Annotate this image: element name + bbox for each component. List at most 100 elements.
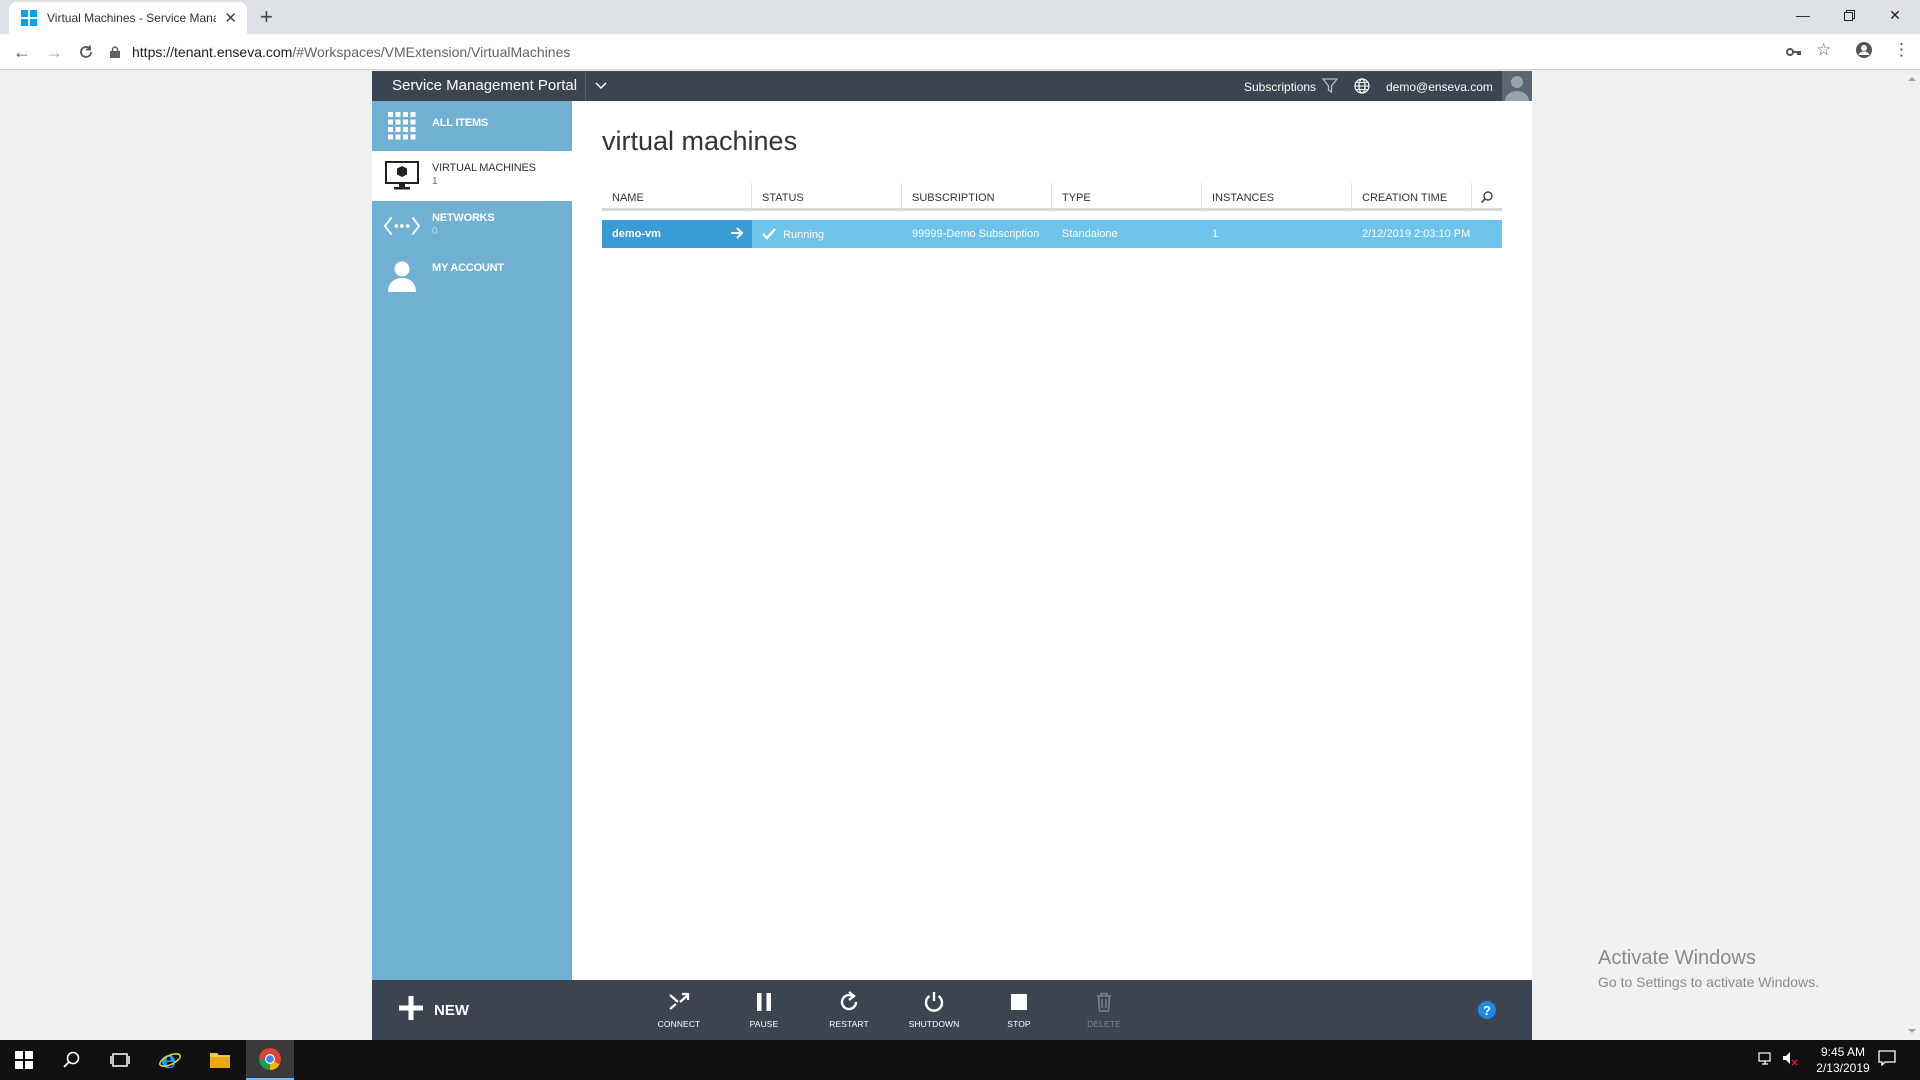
browser-toolbar: ← → https://tenant.enseva.com/#Workspace… — [0, 34, 1920, 70]
sidebar-item-label: NETWORKS — [432, 212, 495, 224]
sidebar-item-count: 1 — [432, 176, 438, 187]
pause-label: PAUSE — [749, 1019, 779, 1029]
search-taskbar-icon[interactable] — [48, 1040, 96, 1080]
monitor-icon — [384, 159, 420, 193]
user-email[interactable]: demo@enseva.com — [1386, 80, 1493, 94]
trash-icon — [1074, 989, 1134, 1015]
help-icon[interactable]: ? — [1478, 1001, 1496, 1019]
watermark-subtitle: Go to Settings to activate Windows. — [1598, 974, 1819, 990]
network-tray-icon[interactable] — [1758, 1050, 1774, 1071]
task-view-icon[interactable] — [96, 1040, 144, 1080]
connect-label: CONNECT — [657, 1019, 701, 1029]
profile-icon[interactable] — [1855, 41, 1873, 64]
new-button[interactable]: NEW — [398, 995, 469, 1024]
cell-subscription: 99999-Demo Subscription — [912, 228, 1040, 240]
watermark-title: Activate Windows — [1598, 947, 1756, 969]
close-tab-icon[interactable]: ✕ — [224, 9, 237, 27]
forward-button[interactable]: → — [42, 40, 66, 64]
column-header-name[interactable]: NAME — [602, 183, 752, 211]
close-window-button[interactable]: ✕ — [1872, 0, 1918, 30]
portal-title[interactable]: Service Management Portal — [392, 77, 577, 94]
column-header-instances[interactable]: INSTANCES — [1202, 183, 1352, 211]
subscriptions-link[interactable]: Subscriptions — [1244, 80, 1316, 94]
cell-type: Standalone — [1062, 228, 1118, 240]
table-header: NAME STATUS SUBSCRIPTION TYPE INSTANCES … — [602, 183, 1502, 211]
restart-label: RESTART — [829, 1019, 869, 1029]
page-scrollbar[interactable] — [1904, 71, 1920, 1040]
windows-taskbar: e 9:45 AM 2/13/2019 — [0, 1040, 1920, 1080]
sidebar-item-networks[interactable]: NETWORKS 0 — [372, 201, 572, 251]
new-label: NEW — [434, 1001, 469, 1019]
column-header-status[interactable]: STATUS — [752, 183, 902, 211]
shutdown-label: SHUTDOWN — [908, 1019, 960, 1029]
restart-icon — [819, 989, 879, 1015]
stop-button[interactable]: STOP — [989, 989, 1049, 1035]
volume-muted-icon[interactable] — [1782, 1050, 1798, 1071]
sidebar-item-virtual-machines[interactable]: VIRTUAL MACHINES 1 — [372, 151, 572, 201]
column-header-creation-time[interactable]: CREATION TIME — [1352, 183, 1472, 211]
browser-tabbar: Virtual Machines - Service Manag ✕ + — ✕ — [0, 0, 1920, 34]
filter-icon[interactable] — [1321, 78, 1339, 99]
chrome-taskbar-icon[interactable] — [246, 1040, 294, 1080]
file-explorer-icon[interactable] — [196, 1040, 244, 1080]
page-title: virtual machines — [602, 126, 798, 156]
tab-title: Virtual Machines - Service Manag — [47, 11, 217, 25]
connect-button[interactable]: CONNECT — [649, 989, 709, 1035]
url-text: https://tenant.enseva.com/#Workspaces/VM… — [132, 44, 571, 60]
browser-tab[interactable]: Virtual Machines - Service Manag ✕ — [9, 2, 247, 34]
clock-time: 9:45 AM — [1820, 1045, 1866, 1059]
cell-instances: 1 — [1212, 228, 1219, 240]
power-icon — [904, 989, 964, 1015]
new-tab-button[interactable]: + — [260, 4, 273, 30]
sidebar: ALL ITEMS VIRTUAL MACHINES 1 NETWORKS 0 … — [372, 101, 572, 980]
restore-button[interactable] — [1826, 0, 1872, 30]
sidebar-item-all-items[interactable]: ALL ITEMS — [372, 101, 572, 151]
search-icon[interactable] — [1472, 183, 1502, 211]
portal-header: Service Management Portal Subscriptions … — [372, 71, 1532, 101]
address-bar[interactable]: https://tenant.enseva.com/#Workspaces/VM… — [108, 38, 1808, 66]
key-icon[interactable] — [1786, 42, 1802, 62]
start-button[interactable] — [0, 1040, 48, 1080]
cell-status: Running — [752, 220, 902, 248]
windows-logo-icon — [21, 10, 37, 26]
avatar[interactable] — [1502, 71, 1532, 101]
arrow-right-icon[interactable] — [730, 226, 744, 243]
delete-button[interactable]: DELETE — [1074, 989, 1134, 1035]
sidebar-item-label: VIRTUAL MACHINES — [432, 162, 536, 174]
clock-date: 2/13/2019 — [1816, 1061, 1870, 1075]
column-header-subscription[interactable]: SUBSCRIPTION — [902, 183, 1052, 211]
globe-icon[interactable] — [1354, 78, 1370, 99]
lock-icon — [108, 45, 122, 59]
activate-windows-watermark: Activate Windows Go to Settings to activ… — [1598, 947, 1819, 990]
clock[interactable]: 9:45 AM 2/13/2019 — [1800, 1044, 1886, 1076]
shutdown-button[interactable]: SHUTDOWN — [904, 989, 964, 1035]
all-items-grid-icon — [384, 109, 420, 143]
main-content: virtual machines NAME STATUS SUBSCRIPTIO… — [572, 101, 1532, 980]
vm-table: NAME STATUS SUBSCRIPTION TYPE INSTANCES … — [602, 183, 1502, 248]
sidebar-item-count: 0 — [432, 226, 438, 237]
minimize-button[interactable]: — — [1780, 0, 1826, 30]
connect-icon — [649, 989, 709, 1015]
action-center-icon[interactable] — [1878, 1050, 1896, 1071]
checkmark-icon — [762, 228, 776, 243]
column-header-type[interactable]: TYPE — [1052, 183, 1202, 211]
reload-button[interactable] — [74, 40, 98, 64]
menu-icon[interactable]: ⋮ — [1893, 40, 1910, 60]
internet-explorer-icon[interactable]: e — [146, 1040, 194, 1080]
delete-label: DELETE — [1087, 1019, 1121, 1029]
chevron-down-icon[interactable] — [585, 71, 615, 101]
table-row[interactable]: demo-vm Running 99999-Demo Subscription … — [602, 220, 1502, 248]
svg-text:e: e — [161, 1048, 176, 1072]
sidebar-item-label: ALL ITEMS — [432, 117, 489, 129]
pause-icon — [734, 989, 794, 1015]
command-bar: NEW CONNECT PAUSE RESTART SHUTDOWN STOP — [372, 980, 1532, 1040]
restart-button[interactable]: RESTART — [819, 989, 879, 1035]
user-icon — [384, 259, 420, 293]
stop-label: STOP — [1007, 1019, 1031, 1029]
sidebar-item-my-account[interactable]: MY ACCOUNT — [372, 251, 572, 301]
status-text: Running — [783, 229, 825, 241]
bookmark-star-icon[interactable]: ☆ — [1816, 40, 1831, 60]
sidebar-item-label: MY ACCOUNT — [432, 262, 504, 274]
back-button[interactable]: ← — [10, 40, 34, 64]
pause-button[interactable]: PAUSE — [734, 989, 794, 1035]
